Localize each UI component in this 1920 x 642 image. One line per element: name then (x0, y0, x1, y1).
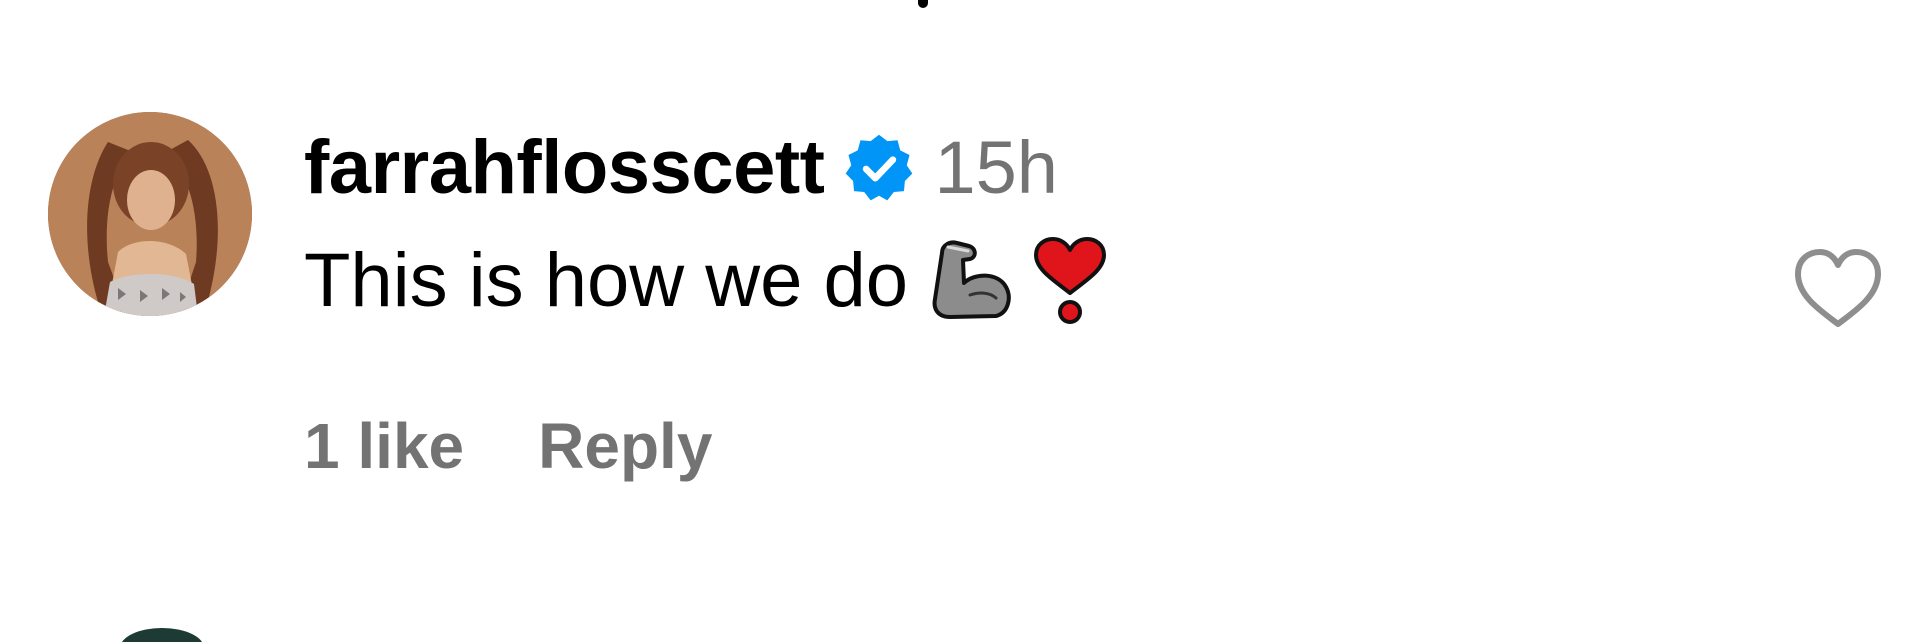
reply-button[interactable]: Reply (538, 414, 712, 478)
heart-outline-icon[interactable] (1788, 240, 1888, 340)
comment-screen: farrahflosscett 15h This is how we do 1 … (0, 0, 1920, 642)
flexed-biceps-emoji-icon (932, 240, 1011, 319)
likes-count[interactable]: 1 like (304, 414, 464, 478)
heavy-heart-exclamation-emoji-icon (1034, 237, 1107, 324)
avatar-image (48, 112, 252, 316)
comment-body: This is how we do (304, 237, 1116, 324)
previous-item-edge (918, 0, 928, 8)
comment-text: This is how we do (304, 238, 909, 323)
comment-timestamp[interactable]: 15h (934, 131, 1057, 205)
next-comment-avatar-edge (120, 628, 204, 642)
comment-header: farrahflosscett 15h (304, 130, 1058, 206)
comment-actions: 1 like Reply (304, 414, 712, 478)
comment-item: farrahflosscett 15h This is how we do 1 … (48, 112, 1888, 502)
username-link[interactable]: farrahflosscett (304, 130, 825, 206)
avatar[interactable] (48, 112, 252, 316)
verified-badge-icon (846, 134, 913, 201)
